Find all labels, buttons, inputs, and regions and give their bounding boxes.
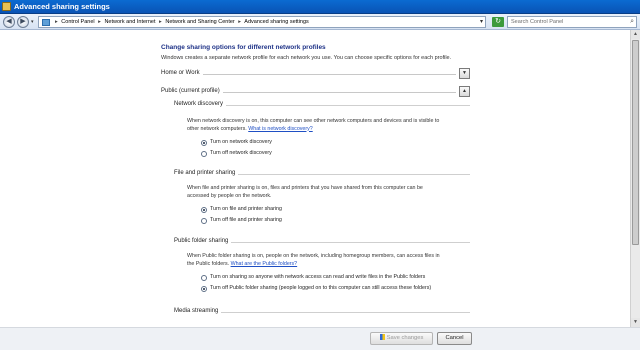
scroll-thumb[interactable] (632, 40, 639, 245)
expand-chevron-icon[interactable]: ▼ (459, 68, 470, 79)
section-description: When Public folder sharing is on, people… (187, 253, 440, 267)
cancel-button[interactable]: Cancel (437, 332, 472, 345)
scroll-down-icon[interactable]: ▼ (631, 318, 640, 327)
control-panel-icon (2, 2, 11, 11)
collapse-chevron-icon[interactable]: ▲ (459, 86, 470, 97)
section-public-folder-sharing: Public folder sharing When Public folder… (174, 238, 470, 318)
radio-button[interactable] (201, 275, 207, 281)
recent-pages-icon[interactable]: ▾ (31, 19, 34, 25)
radio-label[interactable]: Turn off network discovery (210, 150, 272, 156)
breadcrumb-network-and-sharing-center[interactable]: Network and Sharing Center (165, 19, 234, 25)
radio-label[interactable]: Turn on network discovery (210, 139, 272, 145)
breadcrumb-advanced-sharing-settings[interactable]: Advanced sharing settings (244, 19, 309, 25)
breadcrumb-separator-icon[interactable]: ▸ (157, 19, 164, 25)
radio-button[interactable] (201, 140, 207, 146)
breadcrumb-separator-icon[interactable]: ▸ (96, 19, 103, 25)
profile-home-or-work[interactable]: Home or Work ▼ (161, 68, 470, 80)
profile-label: Home or Work (161, 70, 203, 76)
breadcrumb-control-panel[interactable]: Control Panel (61, 19, 94, 25)
title-bar: Advanced sharing settings (0, 0, 640, 14)
radio-label[interactable]: Turn off file and printer sharing (210, 217, 282, 223)
button-bar: Save changes Cancel (0, 327, 640, 350)
breadcrumb-separator-icon[interactable]: ▸ (236, 19, 243, 25)
section-title: Public folder sharing (174, 238, 232, 244)
network-discovery-help-link[interactable]: What is network discovery? (248, 126, 312, 132)
section-title: Media streaming (174, 308, 222, 314)
radio-label[interactable]: Turn on file and printer sharing (210, 206, 282, 212)
forward-button[interactable]: ▶ (17, 16, 29, 28)
page-intro: Windows creates a separate network profi… (161, 55, 452, 61)
address-box[interactable]: ▸ Control Panel ▸ Network and Internet ▸… (38, 16, 486, 28)
back-button[interactable]: ◀ (3, 16, 15, 28)
refresh-button[interactable]: ↻ (492, 17, 504, 27)
section-description: When network discovery is on, this compu… (187, 118, 440, 132)
scroll-up-icon[interactable]: ▲ (631, 30, 640, 39)
section-file-printer-sharing: File and printer sharing When file and p… (174, 170, 470, 240)
content-area: Change sharing options for different net… (0, 30, 630, 327)
public-folders-help-link[interactable]: What are the Public folders? (231, 261, 298, 267)
section-title: File and printer sharing (174, 170, 239, 176)
breadcrumb-network-and-internet[interactable]: Network and Internet (104, 19, 155, 25)
radio-button[interactable] (201, 218, 207, 224)
profile-public[interactable]: Public (current profile) ▲ (161, 86, 470, 98)
section-media-streaming: Media streaming (174, 308, 470, 327)
page-heading: Change sharing options for different net… (161, 44, 326, 51)
radio-label[interactable]: Turn off Public folder sharing (people l… (210, 285, 431, 291)
breadcrumb: ▸ Control Panel ▸ Network and Internet ▸… (53, 19, 309, 25)
folder-icon (42, 19, 50, 26)
search-icon[interactable]: ⌕ (630, 18, 634, 26)
save-changes-button[interactable]: Save changes (370, 332, 433, 345)
radio-button[interactable] (201, 286, 207, 292)
address-toolbar: ◀ ▶ ▾ ▸ Control Panel ▸ Network and Inte… (0, 14, 640, 30)
section-title: Network discovery (174, 101, 227, 107)
divider (161, 74, 456, 75)
search-input[interactable]: Search Control Panel ⌕ (507, 16, 637, 28)
section-description: When file and printer sharing is on, fil… (187, 185, 423, 199)
uac-shield-icon (379, 334, 385, 340)
breadcrumb-separator-icon[interactable]: ▸ (53, 19, 60, 25)
search-placeholder: Search Control Panel (511, 19, 564, 25)
radio-button[interactable] (201, 207, 207, 213)
vertical-scrollbar[interactable]: ▲ ▼ (630, 30, 640, 327)
address-dropdown-icon[interactable]: ▾ (480, 18, 483, 25)
radio-label[interactable]: Turn on sharing so anyone with network a… (210, 274, 425, 280)
radio-button[interactable] (201, 151, 207, 157)
profile-label: Public (current profile) (161, 88, 223, 94)
window-title: Advanced sharing settings (14, 2, 110, 11)
